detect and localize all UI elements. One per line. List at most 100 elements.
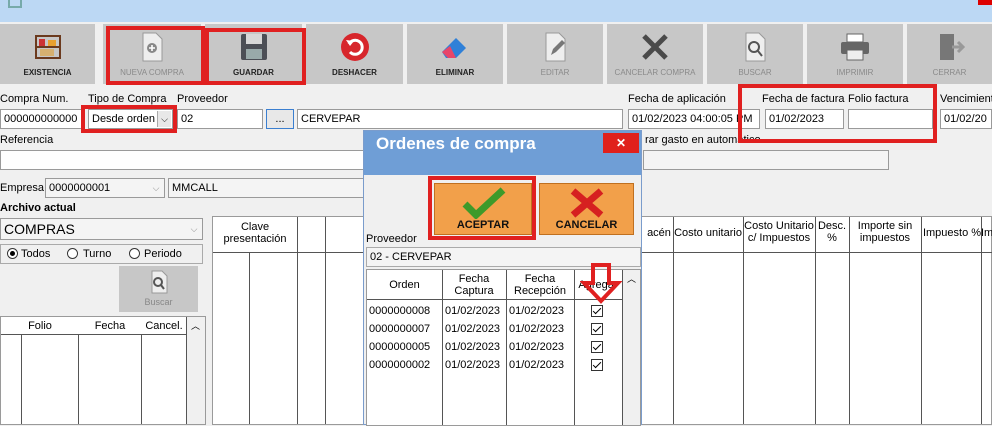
- col-almacen[interactable]: acén: [643, 227, 675, 239]
- compra-num-label: Compra Num.: [0, 93, 69, 105]
- col-folio[interactable]: Folio: [1, 320, 79, 332]
- recepcion-cell: 01/02/2023: [509, 305, 565, 317]
- buscar-toolbar-button[interactable]: BUSCAR: [707, 24, 803, 84]
- cancelar-compra-button[interactable]: CANCELAR COMPRA: [607, 24, 703, 84]
- orden-cell: 0000000008: [369, 305, 431, 317]
- close-icon: ✕: [615, 136, 627, 150]
- chevron-down-icon[interactable]: ⌵: [187, 221, 201, 237]
- ordenes-grid-scrollbar[interactable]: ︿: [623, 270, 640, 425]
- deshacer-label: DESHACER: [332, 68, 377, 77]
- printer-icon: [837, 30, 873, 64]
- radio-periodo[interactable]: [129, 248, 140, 259]
- exit-door-icon: [932, 30, 968, 64]
- orden-row[interactable]: 0000000005 01/02/2023 01/02/2023: [367, 338, 603, 356]
- buscar-label: Buscar: [144, 297, 173, 307]
- agregar-checkbox[interactable]: [591, 341, 603, 353]
- magnifier-document-icon: [151, 270, 167, 294]
- fecha-aplicacion-label: Fecha de aplicación: [628, 93, 726, 105]
- radio-todos[interactable]: [7, 248, 18, 259]
- agregar-checkbox[interactable]: [591, 323, 603, 335]
- recepcion-cell: 01/02/2023: [509, 323, 565, 335]
- dialog-title: Ordenes de compra: [364, 131, 641, 175]
- col-importe-sin-impuestos[interactable]: Importe sin impuestos: [849, 220, 921, 244]
- col-costo-unitario[interactable]: Costo unitario: [673, 227, 743, 239]
- empresa-code: 0000000001: [49, 182, 111, 194]
- col-cancel[interactable]: Cancel.: [141, 320, 187, 332]
- proveedor-name-field[interactable]: CERVEPAR: [297, 109, 623, 129]
- annotation-box-factura: [738, 84, 937, 143]
- orden-row[interactable]: 0000000007 01/02/2023 01/02/2023: [367, 320, 603, 338]
- compra-num-field[interactable]: 000000000000: [0, 109, 84, 129]
- dialog-close-button[interactable]: ✕: [603, 133, 639, 153]
- buscar-button[interactable]: Buscar: [119, 266, 198, 312]
- col-fecha[interactable]: Fecha: [79, 320, 141, 332]
- col-importe[interactable]: Im: [981, 227, 992, 239]
- annotation-box-nueva-compra: [106, 26, 205, 85]
- radio-turno[interactable]: [67, 248, 78, 259]
- eraser-icon: [437, 30, 473, 64]
- annotation-box-guardar: [205, 28, 306, 85]
- tipo-compra-label: Tipo de Compra: [88, 93, 167, 105]
- archivo-actual-label: Archivo actual: [0, 202, 76, 214]
- empresa-name-field: MMCALL: [168, 178, 364, 198]
- recepcion-cell: 01/02/2023: [509, 359, 565, 371]
- magnifier-document-icon: [737, 30, 773, 64]
- col-impuesto[interactable]: Impuesto %: [921, 227, 983, 239]
- agregar-checkbox[interactable]: [591, 359, 603, 371]
- editar-button[interactable]: EDITAR: [507, 24, 603, 84]
- empresa-label: Empresa: [0, 182, 45, 194]
- folio-grid[interactable]: Folio Fecha Cancel. ︿: [0, 316, 206, 425]
- captura-cell: 01/02/2023: [445, 305, 501, 317]
- archivo-actual-value: COMPRAS: [4, 221, 75, 237]
- col-orden[interactable]: Orden: [367, 279, 442, 291]
- orden-row[interactable]: 0000000008 01/02/2023 01/02/2023: [367, 302, 603, 320]
- proveedor-lookup-button[interactable]: ...: [266, 109, 294, 129]
- referencia-field[interactable]: [0, 150, 364, 170]
- cancelar-label: CANCELAR: [555, 219, 618, 231]
- col-desc[interactable]: Desc. %: [815, 220, 849, 244]
- down-arrow-annotation-icon: [580, 263, 622, 304]
- orden-cell: 0000000005: [369, 341, 431, 353]
- pencil-document-icon: [537, 30, 573, 64]
- recepcion-cell: 01/02/2023: [509, 341, 565, 353]
- buscar-toolbar-label: BUSCAR: [738, 68, 772, 77]
- cart-icon: [8, 0, 22, 8]
- cerrar-button[interactable]: CERRAR: [907, 24, 992, 84]
- cancelar-compra-label: CANCELAR COMPRA: [614, 68, 696, 77]
- col-fecha-recepcion[interactable]: Fecha Recepción: [506, 273, 574, 297]
- col-clave-presentacion[interactable]: Clave presentación: [213, 221, 297, 245]
- radio-todos-label: Todos: [21, 248, 51, 260]
- imprimir-label: IMPRIMIR: [836, 68, 874, 77]
- chevron-down-icon[interactable]: ⌵: [149, 180, 163, 196]
- cerrar-label: CERRAR: [932, 68, 967, 77]
- orden-cell: 0000000007: [369, 323, 431, 335]
- cancelar-button[interactable]: CANCELAR: [539, 183, 634, 235]
- col-costo-unitario-impuestos[interactable]: Costo Unitario c/ Impuestos: [743, 220, 815, 244]
- orden-row[interactable]: 0000000002 01/02/2023 01/02/2023: [367, 356, 603, 374]
- chevron-up-icon[interactable]: ︿: [191, 319, 200, 332]
- left-grid-scrollbar[interactable]: ︿: [187, 317, 205, 424]
- filter-radio-group: Todos Turno Periodo: [0, 244, 203, 264]
- archivo-actual-select[interactable]: COMPRAS ⌵: [0, 218, 203, 240]
- proveedor-label: Proveedor: [177, 93, 228, 105]
- close-window-red-mark: [978, 0, 992, 5]
- editar-label: EDITAR: [540, 68, 570, 77]
- gasto-field[interactable]: [643, 150, 889, 170]
- deshacer-button[interactable]: DESHACER: [306, 24, 403, 84]
- proveedor-code-field[interactable]: 02: [177, 109, 263, 129]
- vencimiento-field[interactable]: 01/02/20: [940, 109, 992, 129]
- agregar-checkbox[interactable]: [591, 305, 603, 317]
- x-icon: [637, 30, 673, 64]
- chevron-up-icon[interactable]: ︿: [627, 272, 636, 285]
- annotation-box-aceptar: [428, 176, 536, 240]
- vencimiento-label: Vencimient: [940, 93, 992, 105]
- orden-cell: 0000000002: [369, 359, 431, 371]
- imprimir-button[interactable]: IMPRIMIR: [807, 24, 903, 84]
- eliminar-button[interactable]: ELIMINAR: [407, 24, 503, 84]
- captura-cell: 01/02/2023: [445, 323, 501, 335]
- existencia-button[interactable]: EXISTENCIA: [0, 24, 95, 84]
- empresa-select[interactable]: 0000000001 ⌵: [45, 178, 165, 198]
- x-icon: [570, 188, 604, 218]
- captura-cell: 01/02/2023: [445, 341, 501, 353]
- col-fecha-captura[interactable]: Fecha Captura: [442, 273, 506, 297]
